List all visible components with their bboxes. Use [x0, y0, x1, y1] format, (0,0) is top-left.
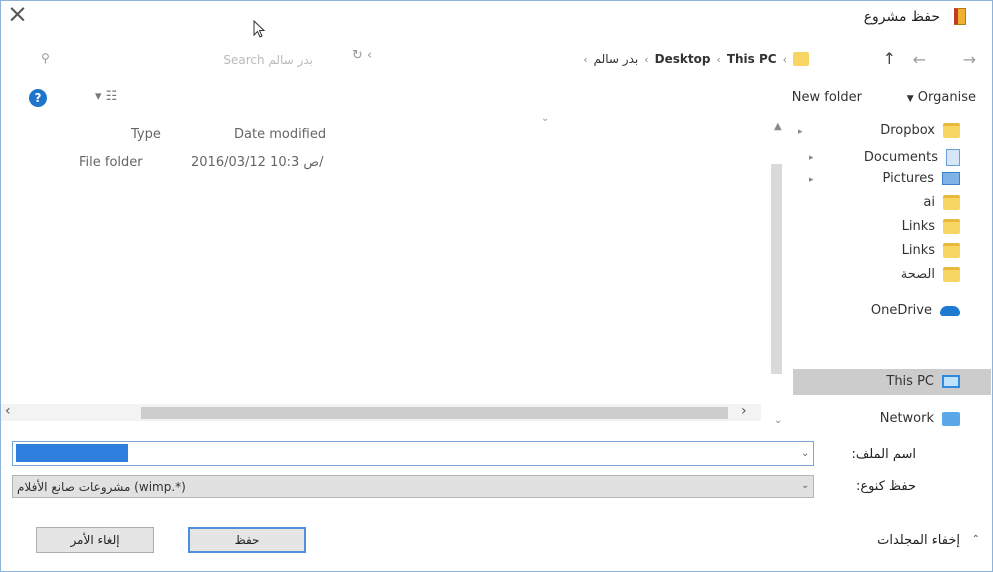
cancel-button[interactable]: إلغاء الأمر	[36, 527, 154, 553]
filetype-label: حفظ كنوع:	[855, 479, 916, 494]
filename-input[interactable]	[12, 441, 814, 466]
nav-item-label: Dropbox	[880, 123, 935, 138]
filename-selection	[16, 444, 128, 462]
help-icon[interactable]: ?	[29, 89, 47, 107]
scroll-up-icon[interactable]: ▲	[774, 121, 782, 132]
vertical-scroll-thumb[interactable]	[771, 164, 782, 374]
forward-arrow-icon[interactable]: ←	[913, 50, 926, 69]
scroll-right-icon[interactable]: ›	[741, 403, 747, 419]
folder-icon	[943, 123, 960, 138]
mouse-cursor-icon	[253, 20, 266, 38]
sort-caret-icon: ⌄	[541, 113, 550, 124]
nav-item-label: Documents	[863, 150, 938, 165]
nav-item-network[interactable]: Network	[880, 411, 960, 426]
nav-item-documents[interactable]: Documents	[864, 149, 960, 166]
breadcrumb-desktop[interactable]: Desktop	[655, 52, 711, 66]
filetype-value: (*.wimp) مشروعات صانع الأفلام	[17, 479, 186, 494]
app-icon	[954, 8, 966, 25]
nav-item-health[interactable]: الصحة	[901, 267, 960, 282]
nav-item-dropbox[interactable]: Dropbox	[880, 123, 960, 138]
window-title: حفظ مشروع	[863, 9, 940, 25]
network-icon	[942, 411, 960, 426]
folder-icon	[943, 267, 960, 282]
onedrive-icon	[940, 305, 960, 316]
nav-item-label: Pictures	[882, 171, 934, 186]
documents-icon	[946, 149, 960, 166]
address-bar[interactable]: ‹ بدر سالم ‹ Desktop ‹ This PC ‹	[331, 45, 809, 73]
organise-button[interactable]: ▼ Organise	[907, 90, 976, 105]
breadcrumb-this-pc[interactable]: This PC	[727, 52, 777, 66]
chevron-left-icon: ‹	[644, 52, 649, 66]
search-input[interactable]: Search بدر سالم	[97, 47, 317, 73]
cell-type: File folder	[79, 155, 143, 170]
chevron-left-icon: ‹	[583, 52, 588, 66]
chevron-right-icon[interactable]: ▸	[809, 175, 814, 185]
nav-item-label: OneDrive	[870, 303, 932, 318]
chevron-up-icon[interactable]: ⌃	[972, 534, 980, 545]
hide-folders-toggle[interactable]: إخفاء المجلدات	[877, 533, 960, 548]
chevron-down-icon: ▼	[906, 94, 914, 104]
back-arrow-icon[interactable]: →	[963, 50, 976, 69]
nav-item-pictures[interactable]: Pictures	[883, 171, 960, 186]
nav-item-label: Network	[879, 411, 934, 426]
scroll-down-icon[interactable]: ⌄	[774, 415, 782, 426]
nav-item-label: الصحة	[900, 267, 935, 282]
folder-icon	[793, 52, 809, 66]
close-icon[interactable]: ×	[7, 1, 28, 27]
nav-item-onedrive[interactable]: OneDrive	[871, 303, 960, 318]
scroll-left-icon[interactable]: ‹	[5, 403, 11, 419]
folder-icon	[943, 243, 960, 258]
save-button[interactable]: حفظ	[188, 527, 306, 553]
search-placeholder: Search بدر سالم	[223, 53, 313, 67]
new-folder-button[interactable]: New folder	[792, 90, 862, 105]
chevron-right-icon[interactable]: ▸	[798, 127, 803, 137]
cell-date: 2016/03/12 ص 10:3/	[191, 155, 324, 170]
nav-item-this-pc[interactable]: This PC	[886, 374, 960, 389]
chevron-right-icon[interactable]: ▸	[809, 153, 814, 163]
chevron-down-icon[interactable]: ⌄	[801, 480, 809, 491]
column-date-modified[interactable]: Date modified	[234, 127, 326, 142]
nav-item-label: ai	[923, 195, 935, 210]
organise-label: Organise	[917, 90, 976, 105]
filename-label: اسم الملف:	[851, 447, 916, 462]
folder-icon	[943, 195, 960, 210]
pictures-icon	[942, 172, 960, 185]
save-dialog: × حفظ مشروع → ← ↑ ‹ بدر سالم ‹ Desktop ‹…	[0, 0, 993, 572]
filetype-select[interactable]: (*.wimp) مشروعات صانع الأفلام	[12, 475, 814, 498]
column-type[interactable]: Type	[131, 127, 161, 142]
this-pc-icon	[942, 375, 960, 388]
search-icon: ⚲	[41, 51, 50, 65]
chevron-left-icon: ‹	[782, 52, 787, 66]
view-options-icon[interactable]: ▾ ☷	[95, 89, 117, 104]
up-arrow-icon[interactable]: ↑	[883, 49, 896, 68]
nav-item-ai[interactable]: ai	[923, 195, 960, 210]
horizontal-scroll-thumb[interactable]	[141, 407, 728, 419]
refresh-icon[interactable]: ↻ ‹	[352, 48, 372, 63]
folder-icon	[943, 219, 960, 234]
nav-item-label: Links	[901, 219, 935, 234]
chevron-down-icon[interactable]: ⌄	[801, 448, 809, 459]
nav-item-label: This PC	[886, 374, 934, 389]
breadcrumb-user[interactable]: بدر سالم	[594, 52, 639, 66]
nav-item-label: Links	[901, 243, 935, 258]
chevron-left-icon: ‹	[716, 52, 721, 66]
nav-item-links[interactable]: Links	[902, 219, 960, 234]
nav-item-links-2[interactable]: Links	[902, 243, 960, 258]
